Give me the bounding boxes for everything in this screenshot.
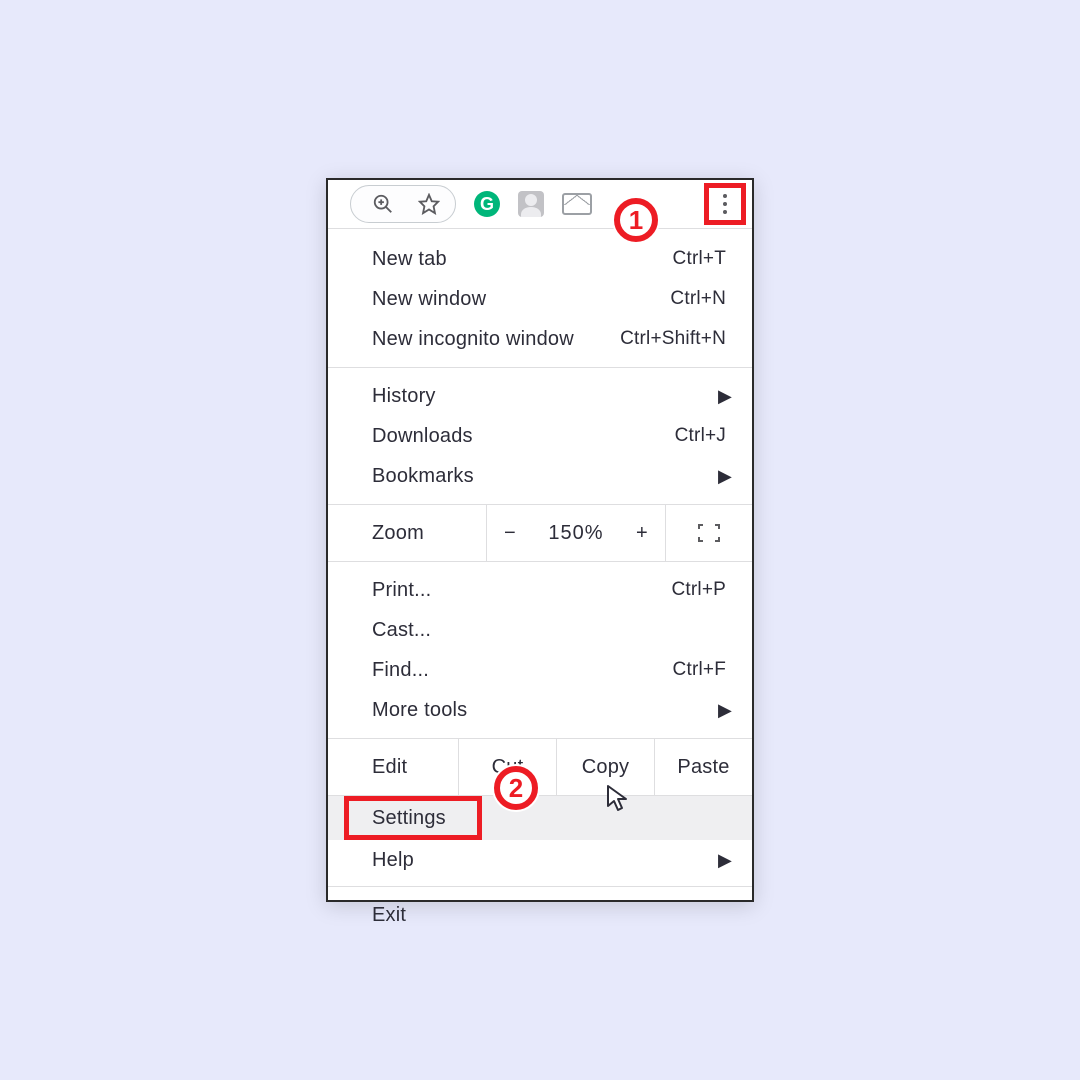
submenu-caret-icon: ▶ (718, 386, 732, 407)
fullscreen-button[interactable] (665, 505, 752, 561)
menu-item-new-tab[interactable]: New tab Ctrl+T (328, 239, 752, 279)
chrome-menu-window: G New tab Ctrl+T New window Ctrl+N New i… (326, 178, 754, 902)
zoom-level: 150% (533, 505, 619, 561)
profile-extension-icon[interactable] (518, 191, 544, 217)
menu-divider (328, 886, 752, 887)
annotation-step-1: 1 (614, 198, 658, 242)
menu-item-settings[interactable]: Settings (328, 796, 752, 840)
menu-shortcut: Ctrl+F (673, 659, 726, 681)
menu-item-find[interactable]: Find... Ctrl+F (328, 650, 752, 690)
menu-item-cast[interactable]: Cast... (328, 610, 752, 650)
star-icon[interactable] (415, 190, 443, 218)
menu-shortcut: Ctrl+P (671, 579, 726, 601)
menu-label: Find... (372, 659, 429, 682)
menu-shortcut: Ctrl+T (673, 248, 726, 270)
mail-extension-icon[interactable] (562, 193, 592, 215)
menu-label: Edit (372, 756, 458, 779)
menu-item-history[interactable]: History ▶ (328, 376, 752, 416)
cursor-icon (606, 784, 628, 812)
menu-label: Exit (372, 904, 406, 927)
menu-shortcut: Ctrl+J (675, 425, 726, 447)
menu-label: New tab (372, 248, 447, 271)
menu-item-new-window[interactable]: New window Ctrl+N (328, 279, 752, 319)
menu-item-new-incognito[interactable]: New incognito window Ctrl+Shift+N (328, 319, 752, 359)
menu-item-exit[interactable]: Exit (328, 895, 752, 935)
menu-label: Help (372, 849, 414, 872)
zoom-in-button[interactable]: + (619, 505, 665, 561)
menu-item-print[interactable]: Print... Ctrl+P (328, 570, 752, 610)
menu-shortcut: Ctrl+Shift+N (620, 328, 726, 350)
menu-label: New incognito window (372, 328, 574, 351)
menu-label: History (372, 385, 436, 408)
edit-copy-button[interactable]: Copy (556, 739, 654, 795)
submenu-caret-icon: ▶ (718, 700, 732, 721)
menu-label: Bookmarks (372, 465, 474, 488)
menu-item-help[interactable]: Help ▶ (328, 840, 752, 880)
submenu-caret-icon: ▶ (718, 466, 732, 487)
menu-shortcut: Ctrl+N (670, 288, 726, 310)
menu-item-more-tools[interactable]: More tools ▶ (328, 690, 752, 730)
toolbar-tab-group (350, 185, 456, 223)
zoom-out-button[interactable]: − (486, 505, 533, 561)
menu-item-edit: Edit Cut Copy Paste (328, 738, 752, 796)
edit-paste-button[interactable]: Paste (654, 739, 752, 795)
zoom-in-icon[interactable] (369, 190, 397, 218)
annotation-step-2: 2 (494, 766, 538, 810)
grammarly-extension-icon[interactable]: G (474, 191, 500, 217)
menu-item-zoom: Zoom − 150% + (328, 504, 752, 562)
submenu-caret-icon: ▶ (718, 850, 732, 871)
browser-toolbar: G (328, 180, 752, 229)
menu-label: More tools (372, 699, 467, 722)
menu-label: New window (372, 288, 486, 311)
menu-label: Zoom (372, 522, 486, 545)
menu-item-downloads[interactable]: Downloads Ctrl+J (328, 416, 752, 456)
menu-label: Cast... (372, 619, 431, 642)
menu-label: Print... (372, 579, 431, 602)
menu-divider (328, 367, 752, 368)
menu-label: Downloads (372, 425, 473, 448)
chrome-menu-button[interactable] (704, 183, 746, 225)
menu-item-bookmarks[interactable]: Bookmarks ▶ (328, 456, 752, 496)
menu-label: Settings (372, 807, 446, 830)
